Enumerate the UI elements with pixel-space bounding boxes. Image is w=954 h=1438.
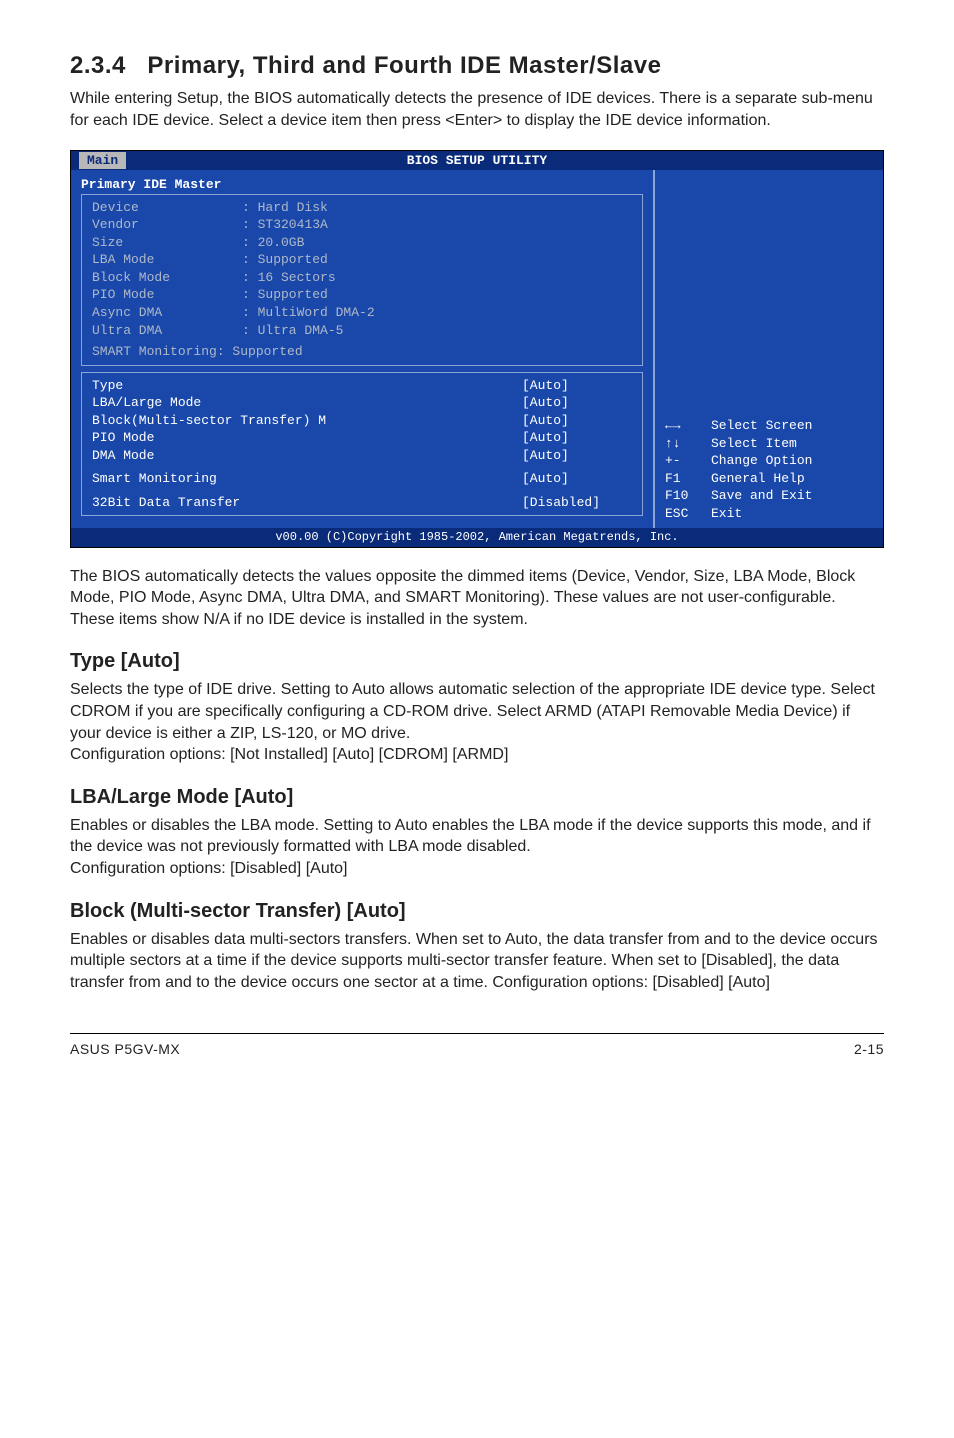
section-heading: 2.3.4 Primary, Third and Fourth IDE Mast…	[70, 50, 884, 82]
type-opts: Configuration options: [Not Installed] […	[70, 746, 508, 763]
setting-type-value[interactable]: [Auto]	[522, 377, 632, 395]
bios-panel-title: Primary IDE Master	[81, 176, 643, 194]
bios-help-panel: ←→Select Screen ↑↓Select Item +-Change O…	[653, 170, 883, 528]
help-text-general-help: General Help	[711, 470, 805, 488]
setting-pio-label[interactable]: PIO Mode	[92, 429, 522, 447]
help-key-arrows-ud: ↑↓	[665, 435, 711, 453]
info-async-value: : MultiWord DMA-2	[242, 304, 375, 322]
setting-pio-value[interactable]: [Auto]	[522, 429, 632, 447]
info-pio-label: PIO Mode	[92, 286, 242, 304]
info-vendor-value: : ST320413A	[242, 216, 328, 234]
info-block-value: : 16 Sectors	[242, 269, 336, 287]
setting-block-value[interactable]: [Auto]	[522, 412, 632, 430]
bios-tab-main[interactable]: Main	[79, 152, 126, 170]
bios-screenshot: Main BIOS SETUP UTILITY Primary IDE Mast…	[70, 150, 884, 548]
setting-dma-label[interactable]: DMA Mode	[92, 447, 522, 465]
type-body: Selects the type of IDE drive. Setting t…	[70, 679, 884, 765]
bios-left-panel: Primary IDE Master Device: Hard Disk Ven…	[71, 170, 653, 528]
lba-desc: Enables or disables the LBA mode. Settin…	[70, 817, 871, 856]
lba-opts: Configuration options: [Disabled] [Auto]	[70, 860, 348, 877]
footer-right: 2-15	[854, 1040, 884, 1059]
info-vendor-label: Vendor	[92, 216, 242, 234]
setting-xfer-value[interactable]: [Disabled]	[522, 494, 632, 512]
setting-xfer-label[interactable]: 32Bit Data Transfer	[92, 494, 522, 512]
help-text-select-screen: Select Screen	[711, 417, 812, 435]
info-ultra-label: Ultra DMA	[92, 322, 242, 340]
type-heading: Type [Auto]	[70, 648, 884, 675]
setting-smart-label[interactable]: Smart Monitoring	[92, 470, 522, 488]
block-heading: Block (Multi-sector Transfer) [Auto]	[70, 898, 884, 925]
info-size-label: Size	[92, 234, 242, 252]
info-pio-value: : Supported	[242, 286, 328, 304]
help-text-exit: Exit	[711, 505, 742, 523]
bios-info-group: Device: Hard Disk Vendor: ST320413A Size…	[81, 194, 643, 366]
info-smart: SMART Monitoring: Supported	[92, 343, 632, 361]
help-key-f1: F1	[665, 470, 711, 488]
bios-titlebar: Main BIOS SETUP UTILITY	[71, 151, 883, 171]
setting-block-label[interactable]: Block(Multi-sector Transfer) M	[92, 412, 522, 430]
info-size-value: : 20.0GB	[242, 234, 304, 252]
setting-dma-value[interactable]: [Auto]	[522, 447, 632, 465]
section-intro: While entering Setup, the BIOS automatic…	[70, 88, 884, 131]
help-key-esc: ESC	[665, 505, 711, 523]
info-lba-label: LBA Mode	[92, 251, 242, 269]
help-text-save-exit: Save and Exit	[711, 487, 812, 505]
info-device-label: Device	[92, 199, 242, 217]
type-desc: Selects the type of IDE drive. Setting t…	[70, 681, 875, 741]
setting-lba-label[interactable]: LBA/Large Mode	[92, 394, 522, 412]
bios-settings-group: Type[Auto] LBA/Large Mode[Auto] Block(Mu…	[81, 372, 643, 517]
bios-footer: v00.00 (C)Copyright 1985-2002, American …	[71, 528, 883, 546]
info-lba-value: : Supported	[242, 251, 328, 269]
section-number: 2.3.4	[70, 52, 126, 79]
lba-heading: LBA/Large Mode [Auto]	[70, 784, 884, 811]
help-key-arrows-lr: ←→	[665, 417, 711, 435]
block-body: Enables or disables data multi-sectors t…	[70, 929, 884, 994]
info-device-value: : Hard Disk	[242, 199, 328, 217]
lba-body: Enables or disables the LBA mode. Settin…	[70, 815, 884, 880]
setting-smart-value[interactable]: [Auto]	[522, 470, 632, 488]
setting-type-label[interactable]: Type	[92, 377, 522, 395]
help-text-change-option: Change Option	[711, 452, 812, 470]
info-async-label: Async DMA	[92, 304, 242, 322]
info-block-label: Block Mode	[92, 269, 242, 287]
section-title: Primary, Third and Fourth IDE Master/Sla…	[147, 52, 661, 79]
info-ultra-value: : Ultra DMA-5	[242, 322, 343, 340]
help-text-select-item: Select Item	[711, 435, 797, 453]
help-key-plusminus: +-	[665, 452, 711, 470]
paragraph-after-bios: The BIOS automatically detects the value…	[70, 566, 884, 631]
bios-utility-title: BIOS SETUP UTILITY	[407, 153, 547, 168]
help-key-f10: F10	[665, 487, 711, 505]
page-footer: ASUS P5GV-MX 2-15	[70, 1033, 884, 1059]
setting-lba-value[interactable]: [Auto]	[522, 394, 632, 412]
footer-left: ASUS P5GV-MX	[70, 1040, 180, 1059]
